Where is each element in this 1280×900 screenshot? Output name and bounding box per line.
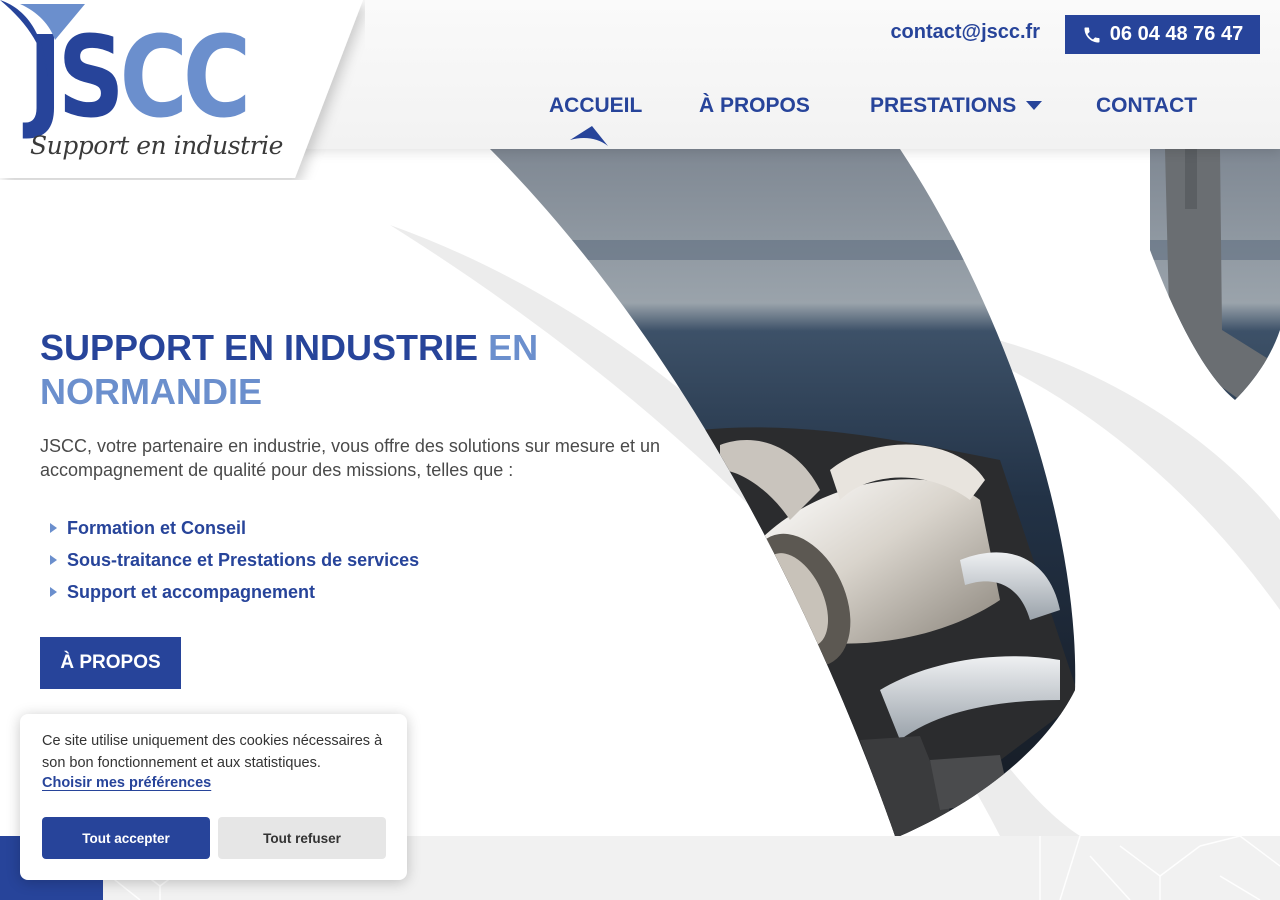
service-label: Support et accompagnement [67, 581, 316, 602]
contact-email-link[interactable]: contact@jscc.fr [890, 21, 1040, 44]
hero-title-main: SUPPORT EN INDUSTRIE [40, 327, 489, 368]
logo-swoosh-icon [0, 0, 85, 78]
cookie-banner: Ce site utilise uniquement des cookies n… [20, 714, 407, 880]
triangle-right-icon [50, 523, 57, 533]
triangle-right-icon [50, 587, 57, 597]
cookie-accept-button[interactable]: Tout accepter [42, 817, 210, 859]
hero-title: SUPPORT EN INDUSTRIE EN NORMANDIE [40, 326, 700, 414]
cookie-actions: Tout accepter Tout refuser [42, 817, 386, 859]
triangle-right-icon [50, 555, 57, 565]
nav-item-contact[interactable]: CONTACT [1096, 94, 1197, 118]
phone-icon [1084, 27, 1100, 42]
hero-description: JSCC, votre partenaire en industrie, vou… [40, 436, 660, 480]
logo[interactable]: JSCC Support en industrie [0, 0, 365, 180]
nav-item-label: À PROPOS [699, 94, 810, 117]
cookie-message: Ce site utilise uniquement des cookies n… [42, 733, 383, 771]
a-propos-cta-button[interactable]: À PROPOS [40, 637, 181, 689]
hero-section: SUPPORT EN INDUSTRIE EN NORMANDIE JSCC, … [40, 326, 700, 608]
nav-item-a-propos[interactable]: À PROPOS [699, 94, 810, 118]
list-item: Formation et Conseil [40, 512, 700, 544]
list-item: Sous-traitance et Prestations de service… [40, 544, 700, 576]
cookie-refuse-button[interactable]: Tout refuser [218, 817, 386, 859]
nav-item-label: PRESTATIONS [870, 94, 1017, 117]
active-nav-indicator-icon [570, 126, 608, 146]
logo-tagline: Support en industrie [30, 131, 283, 160]
list-item: Support et accompagnement [40, 576, 700, 608]
services-list: Formation et Conseil Sous-traitance et P… [40, 512, 700, 608]
nav-item-label: CONTACT [1096, 94, 1198, 117]
service-label: Sous-traitance et Prestations de service… [67, 549, 420, 570]
nav-item-accueil[interactable]: ACCUEIL [549, 94, 642, 118]
phone-number: 06 04 48 76 47 [1109, 23, 1244, 45]
chevron-down-icon [1026, 101, 1043, 110]
service-label: Formation et Conseil [67, 517, 247, 538]
phone-button[interactable]: 06 04 48 76 47 [1065, 15, 1260, 54]
nav-item-prestations[interactable]: PRESTATIONS [870, 94, 1043, 118]
cookie-preferences-link[interactable]: Choisir mes préférences [42, 775, 211, 791]
nav-item-label: ACCUEIL [549, 94, 643, 117]
main-nav: ACCUEIL À PROPOS PRESTATIONS CONTACT [0, 94, 1280, 124]
